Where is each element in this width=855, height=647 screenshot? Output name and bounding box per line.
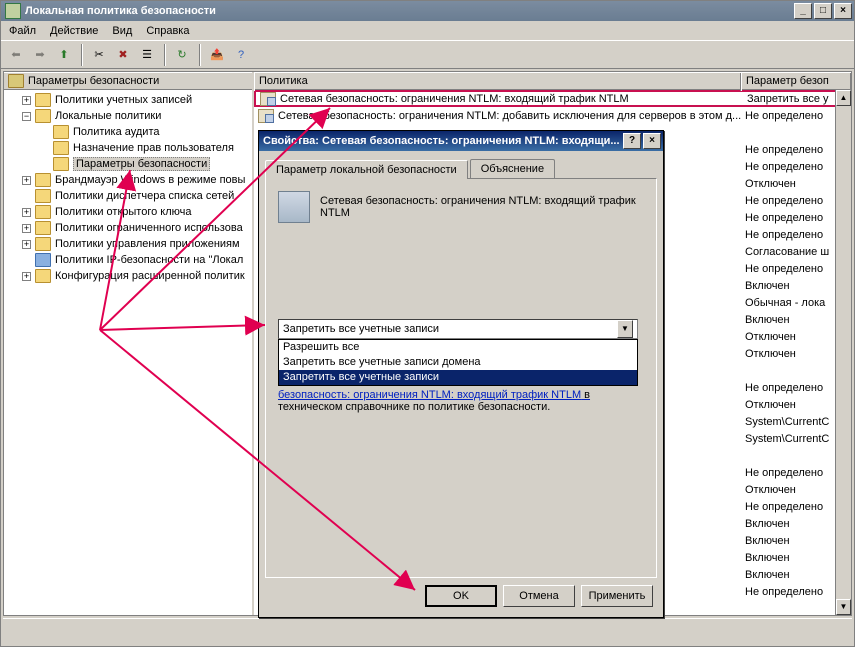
policy-value: Запретить все у bbox=[743, 93, 849, 105]
policy-name: Сетевая безопасность: ограничения NTLM: … bbox=[278, 110, 741, 122]
list-header: Политика Параметр безоп bbox=[254, 72, 851, 90]
dialog-help-button[interactable]: ? bbox=[623, 133, 641, 149]
folder-icon bbox=[53, 141, 69, 155]
app-icon bbox=[5, 3, 21, 19]
chevron-down-icon[interactable]: ▼ bbox=[617, 320, 633, 338]
dialog-titlebar: Свойства: Сетевая безопасность: ограниче… bbox=[259, 131, 663, 151]
tree-local-policies[interactable]: −Локальные политики bbox=[4, 108, 252, 124]
dialog-tabs: Параметр локальной безопасности Объяснен… bbox=[265, 159, 657, 178]
tree-security-options[interactable]: Параметры безопасности bbox=[4, 156, 252, 172]
tree-account-policies[interactable]: +Политики учетных записей bbox=[4, 92, 252, 108]
menu-action[interactable]: Действие bbox=[50, 25, 98, 37]
dropdown-list: Разрешить все Запретить все учетные запи… bbox=[278, 339, 638, 386]
list-item[interactable]: Сетевая безопасность: ограничения NTLM: … bbox=[254, 90, 851, 107]
window-title: Локальная политика безопасности bbox=[25, 5, 216, 17]
apply-button[interactable]: Применить bbox=[581, 585, 653, 607]
menu-file[interactable]: Файл bbox=[9, 25, 36, 37]
folder-icon bbox=[35, 237, 51, 251]
close-button[interactable]: × bbox=[834, 3, 852, 19]
forward-button: ➡ bbox=[29, 44, 51, 66]
help-icon[interactable]: ? bbox=[230, 44, 252, 66]
dialog-close-button[interactable]: × bbox=[643, 133, 661, 149]
back-button: ⬅ bbox=[5, 44, 27, 66]
dropdown-opt-deny-domain[interactable]: Запретить все учетные записи домена bbox=[279, 355, 637, 370]
tab-local-security[interactable]: Параметр локальной безопасности bbox=[265, 160, 468, 179]
policy-item-icon bbox=[260, 92, 276, 106]
folder-icon bbox=[35, 109, 51, 123]
security-icon bbox=[8, 74, 24, 88]
policy-icon bbox=[278, 191, 310, 223]
dialog-title: Свойства: Сетевая безопасность: ограниче… bbox=[263, 135, 620, 147]
tree-ipsec[interactable]: Политики IP-безопасности на "Локал bbox=[4, 252, 252, 268]
main-titlebar: Локальная политика безопасности _ □ × bbox=[1, 1, 854, 21]
folder-icon bbox=[35, 173, 51, 187]
properties-dialog: Свойства: Сетевая безопасность: ограниче… bbox=[258, 130, 664, 618]
help-link[interactable]: безопасность: ограничения NTLM: входящий… bbox=[278, 389, 638, 401]
col-setting[interactable]: Параметр безоп bbox=[741, 73, 851, 91]
setting-dropdown[interactable]: Запретить все учетные записи ▼ Разрешить… bbox=[278, 319, 638, 386]
tree-pubkey[interactable]: +Политики открытого ключа bbox=[4, 204, 252, 220]
tree-firewall[interactable]: +Брандмауэр Windows в режиме повы bbox=[4, 172, 252, 188]
delete-icon[interactable]: ✖ bbox=[112, 44, 134, 66]
statusbar bbox=[3, 618, 852, 638]
dropdown-opt-deny-all[interactable]: Запретить все учетные записи bbox=[279, 370, 637, 385]
tree-netlist[interactable]: Политики диспетчера списка сетей bbox=[4, 188, 252, 204]
dropdown-selected[interactable]: Запретить все учетные записи ▼ bbox=[278, 319, 638, 339]
tree-user-rights[interactable]: Назначение прав пользователя bbox=[4, 140, 252, 156]
col-policy[interactable]: Политика bbox=[254, 73, 741, 91]
tree-appctrl[interactable]: +Политики управления приложениям bbox=[4, 236, 252, 252]
tree-pane: Параметры безопасности +Политики учетных… bbox=[4, 72, 254, 615]
dialog-buttons: OK Отмена Применить bbox=[425, 585, 653, 607]
policy-name: Сетевая безопасность: ограничения NTLM: … bbox=[280, 93, 629, 105]
menubar: Файл Действие Вид Справка bbox=[1, 21, 854, 41]
cut-icon[interactable]: ✂ bbox=[88, 44, 110, 66]
folder-icon bbox=[35, 221, 51, 235]
tree-audit-policy[interactable]: Политика аудита bbox=[4, 124, 252, 140]
list-item[interactable]: Сетевая безопасность: ограничения NTLM: … bbox=[254, 107, 851, 124]
menu-view[interactable]: Вид bbox=[112, 25, 132, 37]
help-text: техническом справочнике по политике безо… bbox=[278, 401, 638, 413]
properties-icon[interactable]: ☰ bbox=[136, 44, 158, 66]
cancel-button[interactable]: Отмена bbox=[503, 585, 575, 607]
folder-icon bbox=[35, 189, 51, 203]
scroll-down-icon[interactable]: ▼ bbox=[836, 599, 851, 615]
toolbar: ⬅ ➡ ⬆ ✂ ✖ ☰ ↻ 📤 ? bbox=[1, 41, 854, 69]
tree-root-label: Параметры безопасности bbox=[28, 75, 159, 87]
policy-item-icon bbox=[258, 109, 274, 123]
export-icon[interactable]: 📤 bbox=[206, 44, 228, 66]
tab-explanation[interactable]: Объяснение bbox=[470, 159, 555, 178]
folder-icon bbox=[35, 93, 51, 107]
refresh-icon[interactable]: ↻ bbox=[171, 44, 193, 66]
scrollbar[interactable]: ▲ ▼ bbox=[835, 90, 851, 615]
maximize-button[interactable]: □ bbox=[814, 3, 832, 19]
ok-button[interactable]: OK bbox=[425, 585, 497, 607]
tab-body: Сетевая безопасность: ограничения NTLM: … bbox=[265, 178, 657, 578]
policy-desc: Сетевая безопасность: ограничения NTLM: … bbox=[320, 191, 644, 219]
menu-help[interactable]: Справка bbox=[146, 25, 189, 37]
scroll-up-icon[interactable]: ▲ bbox=[836, 90, 851, 106]
folder-icon bbox=[35, 269, 51, 283]
up-button[interactable]: ⬆ bbox=[53, 44, 75, 66]
dropdown-opt-allow-all[interactable]: Разрешить все bbox=[279, 340, 637, 355]
tree-advaudit[interactable]: +Конфигурация расширенной политик bbox=[4, 268, 252, 284]
ipsec-icon bbox=[35, 253, 51, 267]
tree-restricted[interactable]: +Политики ограниченного использова bbox=[4, 220, 252, 236]
folder-icon bbox=[53, 125, 69, 139]
tree-header: Параметры безопасности bbox=[4, 72, 252, 90]
minimize-button[interactable]: _ bbox=[794, 3, 812, 19]
folder-icon bbox=[35, 205, 51, 219]
folder-icon bbox=[53, 157, 69, 171]
